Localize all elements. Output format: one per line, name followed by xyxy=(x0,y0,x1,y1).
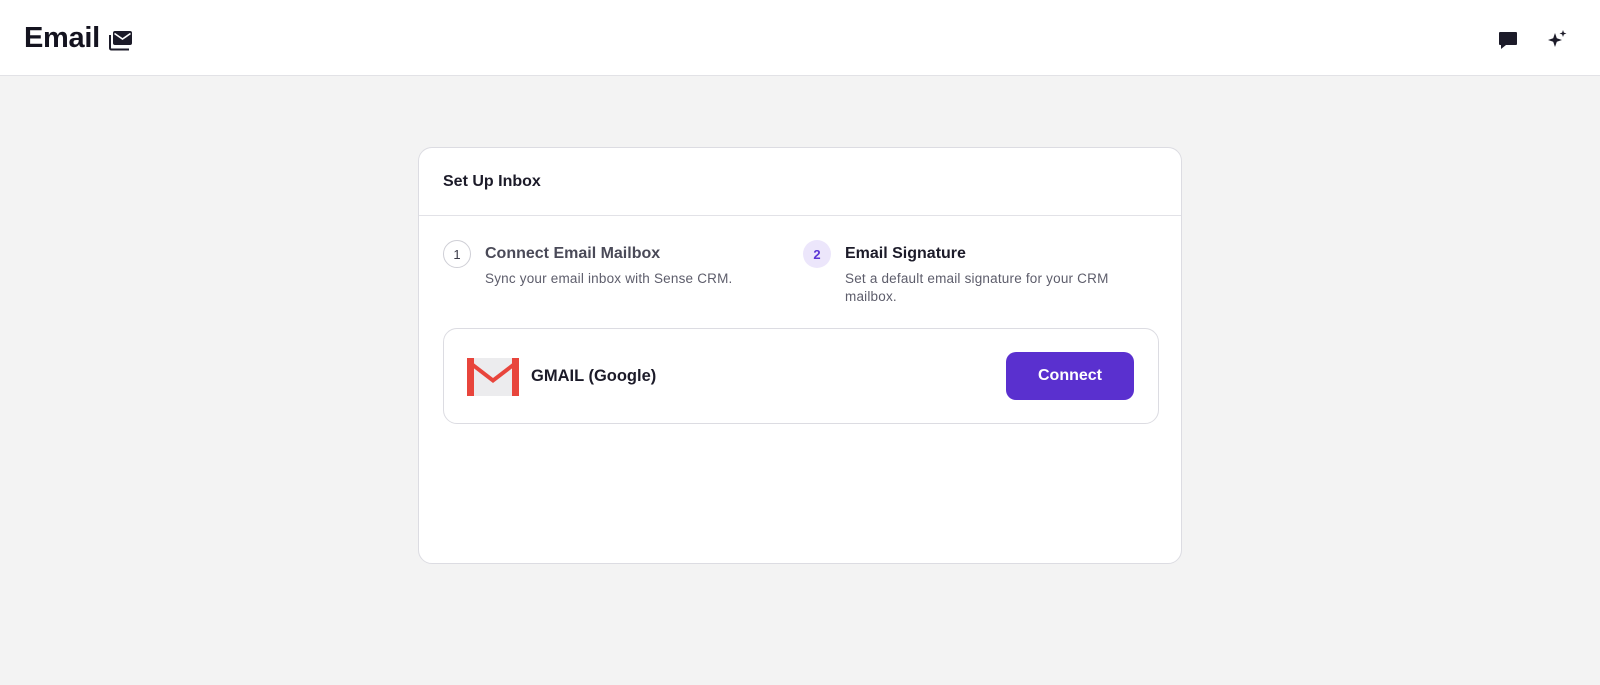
gmail-provider-row: GMAIL (Google) Connect xyxy=(443,328,1159,424)
step-title: Email Signature xyxy=(845,245,966,262)
top-bar: Email xyxy=(0,0,1600,76)
provider-name: GMAIL (Google) xyxy=(531,367,657,385)
step-number-badge: 2 xyxy=(803,240,831,268)
card-title: Set Up Inbox xyxy=(443,173,541,190)
step-description: Set a default email signature for your C… xyxy=(845,271,1109,304)
card-header: Set Up Inbox xyxy=(419,148,1181,216)
chat-bubble-icon[interactable] xyxy=(1497,29,1519,51)
page-title: Email xyxy=(24,22,100,54)
step-number-badge: 1 xyxy=(443,240,471,268)
sparkles-ai-icon[interactable] xyxy=(1546,29,1568,51)
envelope-stack-icon xyxy=(109,31,132,51)
gmail-icon xyxy=(467,358,519,396)
connect-button[interactable]: Connect xyxy=(1006,352,1134,400)
step-title: Connect Email Mailbox xyxy=(485,245,661,262)
step-description: Sync your email inbox with Sense CRM. xyxy=(485,271,733,286)
setup-inbox-card: Set Up Inbox 1 Connect Email Mailbox Syn… xyxy=(418,147,1182,564)
